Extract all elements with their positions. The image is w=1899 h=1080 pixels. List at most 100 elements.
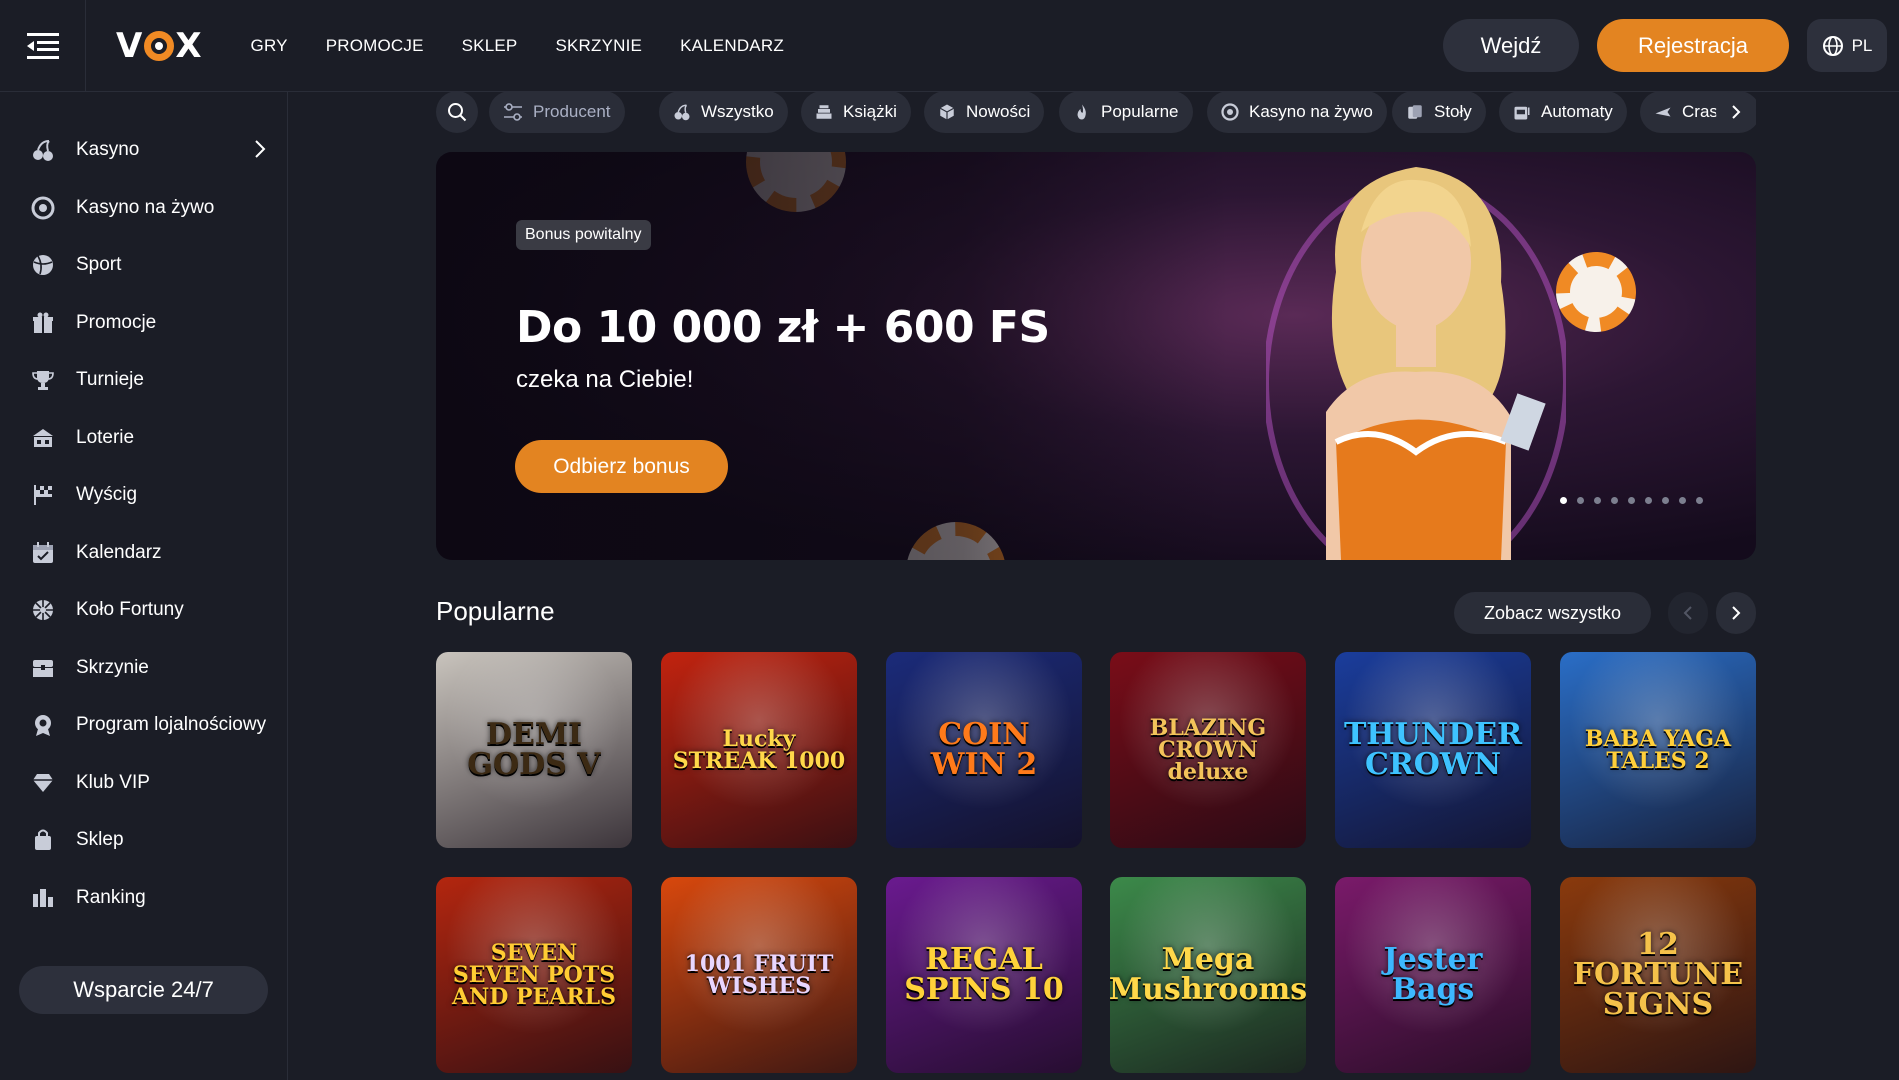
chip-tables[interactable]: Stoły bbox=[1392, 91, 1486, 133]
calendar-icon bbox=[30, 540, 56, 566]
nav-games[interactable]: GRY bbox=[251, 36, 288, 56]
menu-toggle-button[interactable] bbox=[0, 0, 86, 92]
game-title: REGAL SPINS 10 bbox=[904, 942, 1064, 1007]
bonus-badge: Bonus powitalny bbox=[516, 220, 651, 250]
see-all-button[interactable]: Zobacz wszystko bbox=[1454, 592, 1651, 634]
sidebar-item-race[interactable]: Wyścig bbox=[0, 469, 288, 521]
sidebar-item-sport[interactable]: Sport bbox=[0, 239, 288, 291]
sidebar-item-chests[interactable]: Skrzynie bbox=[0, 642, 288, 694]
chip-all[interactable]: Wszystko bbox=[659, 91, 788, 133]
sidebar-item-loyalty[interactable]: Program lojalnościowy bbox=[0, 699, 288, 751]
trophy-icon bbox=[30, 367, 56, 393]
chip-label: Książki bbox=[843, 102, 897, 121]
carousel-dot[interactable] bbox=[1696, 497, 1703, 504]
search-button[interactable] bbox=[436, 91, 478, 133]
game-tile[interactable]: Lucky STREAK 1000 bbox=[661, 652, 857, 848]
game-tile[interactable]: BABA YAGA TALES 2 bbox=[1560, 652, 1756, 848]
chevron-right-icon bbox=[1732, 606, 1741, 620]
carousel-dot[interactable] bbox=[1594, 497, 1601, 504]
top-nav: GRY PROMOCJE SKLEP SKRZYNIE KALENDARZ bbox=[251, 36, 784, 56]
nav-promotions[interactable]: PROMOCJE bbox=[326, 36, 424, 56]
carousel-dot[interactable] bbox=[1645, 497, 1652, 504]
language-selector[interactable]: PL bbox=[1807, 19, 1887, 72]
wheel-icon bbox=[30, 597, 56, 623]
race-flag-icon bbox=[30, 482, 56, 508]
nav-chests[interactable]: SKRZYNIE bbox=[555, 36, 642, 56]
logo-chip-icon bbox=[144, 30, 175, 61]
books-icon bbox=[816, 105, 832, 119]
chevron-right-icon bbox=[255, 140, 266, 158]
bag-icon bbox=[30, 827, 56, 853]
game-tile[interactable]: 12 FORTUNE SIGNS bbox=[1560, 877, 1756, 1073]
support-button[interactable]: Wsparcie 24/7 bbox=[19, 966, 268, 1014]
carousel-dot[interactable] bbox=[1628, 497, 1635, 504]
chip-slots[interactable]: Automaty bbox=[1499, 91, 1627, 133]
sidebar-item-wheel-of-fortune[interactable]: Koło Fortuny bbox=[0, 584, 288, 636]
medal-icon bbox=[30, 712, 56, 738]
game-tile[interactable]: COIN WIN 2 bbox=[886, 652, 1082, 848]
popular-next-button[interactable] bbox=[1716, 592, 1756, 634]
sliders-icon bbox=[504, 103, 522, 121]
promo-banner[interactable]: Bonus powitalny Do 10 000 zł + 600 FS cz… bbox=[436, 152, 1756, 560]
game-tile[interactable]: REGAL SPINS 10 bbox=[886, 877, 1082, 1073]
sidebar-item-tournaments[interactable]: Turnieje bbox=[0, 354, 288, 406]
chip-popular[interactable]: Popularne bbox=[1059, 91, 1193, 133]
sidebar-item-vip-club[interactable]: Klub VIP bbox=[0, 757, 288, 809]
lottery-icon bbox=[30, 425, 56, 451]
carousel-dot[interactable] bbox=[1560, 497, 1567, 504]
carousel-dot[interactable] bbox=[1662, 497, 1669, 504]
live-chip-icon bbox=[30, 195, 56, 221]
game-tile[interactable]: 1001 FRUIT WISHES bbox=[661, 877, 857, 1073]
sidebar-item-label: Sport bbox=[76, 254, 122, 275]
game-tile[interactable]: DEMI GODS V bbox=[436, 652, 632, 848]
sidebar-item-lotteries[interactable]: Loterie bbox=[0, 412, 288, 464]
sidebar-item-live-casino[interactable]: Kasyno na żywo bbox=[0, 182, 288, 234]
cards-icon bbox=[1408, 105, 1422, 119]
sidebar-item-shop[interactable]: Sklep bbox=[0, 814, 288, 866]
login-button[interactable]: Wejdź bbox=[1443, 19, 1579, 72]
menu-collapse-icon bbox=[26, 32, 59, 59]
carousel-dot[interactable] bbox=[1679, 497, 1686, 504]
logo[interactable]: VX bbox=[116, 26, 203, 66]
chip-books[interactable]: Książki bbox=[801, 91, 911, 133]
carousel-dot[interactable] bbox=[1611, 497, 1618, 504]
sidebar-item-label: Kasyno na żywo bbox=[76, 197, 215, 218]
chip-new[interactable]: Nowości bbox=[924, 91, 1045, 133]
game-tile[interactable]: SEVEN SEVEN POTS AND PEARLS bbox=[436, 877, 632, 1073]
register-button[interactable]: Rejestracja bbox=[1597, 19, 1789, 72]
sidebar-item-label: Koło Fortuny bbox=[76, 599, 184, 620]
sidebar-item-casino[interactable]: Kasyno bbox=[0, 124, 288, 176]
popular-prev-button[interactable] bbox=[1668, 592, 1708, 634]
chip-live-casino[interactable]: Kasyno na żywo bbox=[1207, 91, 1387, 133]
claim-bonus-button[interactable]: Odbierz bonus bbox=[515, 440, 728, 493]
nav-shop[interactable]: SKLEP bbox=[462, 36, 518, 56]
language-code: PL bbox=[1851, 35, 1873, 55]
game-title: SEVEN SEVEN POTS AND PEARLS bbox=[452, 940, 616, 1010]
game-title: DEMI GODS V bbox=[467, 717, 601, 782]
sidebar: Kasyno Kasyno na żywo Sport Promocje Tur… bbox=[0, 92, 288, 1080]
game-tile[interactable]: THUNDER CROWN bbox=[1335, 652, 1531, 848]
ball-icon bbox=[30, 252, 56, 278]
carousel-dot[interactable] bbox=[1577, 497, 1584, 504]
sidebar-item-ranking[interactable]: Ranking bbox=[0, 872, 288, 924]
sidebar-item-calendar[interactable]: Kalendarz bbox=[0, 527, 288, 579]
sidebar-item-label: Kasyno bbox=[76, 139, 140, 160]
game-tile[interactable]: Mega Mushrooms bbox=[1110, 877, 1306, 1073]
chip-label: Cras bbox=[1682, 102, 1718, 121]
sidebar-item-label: Wyścig bbox=[76, 484, 138, 505]
sidebar-item-label: Klub VIP bbox=[76, 772, 150, 793]
game-tile[interactable]: Jester Bags bbox=[1335, 877, 1531, 1073]
logo-x: X bbox=[175, 25, 203, 66]
producer-filter[interactable]: Producent bbox=[489, 91, 625, 133]
game-tile[interactable]: BLAZING CROWN deluxe bbox=[1110, 652, 1306, 848]
game-title: THUNDER CROWN bbox=[1343, 717, 1523, 782]
popular-section-title: Popularne bbox=[436, 596, 555, 626]
sidebar-item-label: Turnieje bbox=[76, 369, 144, 390]
filters-scroll-right-button[interactable] bbox=[1716, 91, 1756, 133]
sidebar-item-promotions[interactable]: Promocje bbox=[0, 297, 288, 349]
sidebar-item-label: Loterie bbox=[76, 427, 135, 448]
cherries-icon bbox=[30, 137, 56, 163]
logo-v: V bbox=[116, 25, 144, 66]
nav-calendar[interactable]: KALENDARZ bbox=[680, 36, 784, 56]
chip-label: Automaty bbox=[1541, 102, 1613, 121]
